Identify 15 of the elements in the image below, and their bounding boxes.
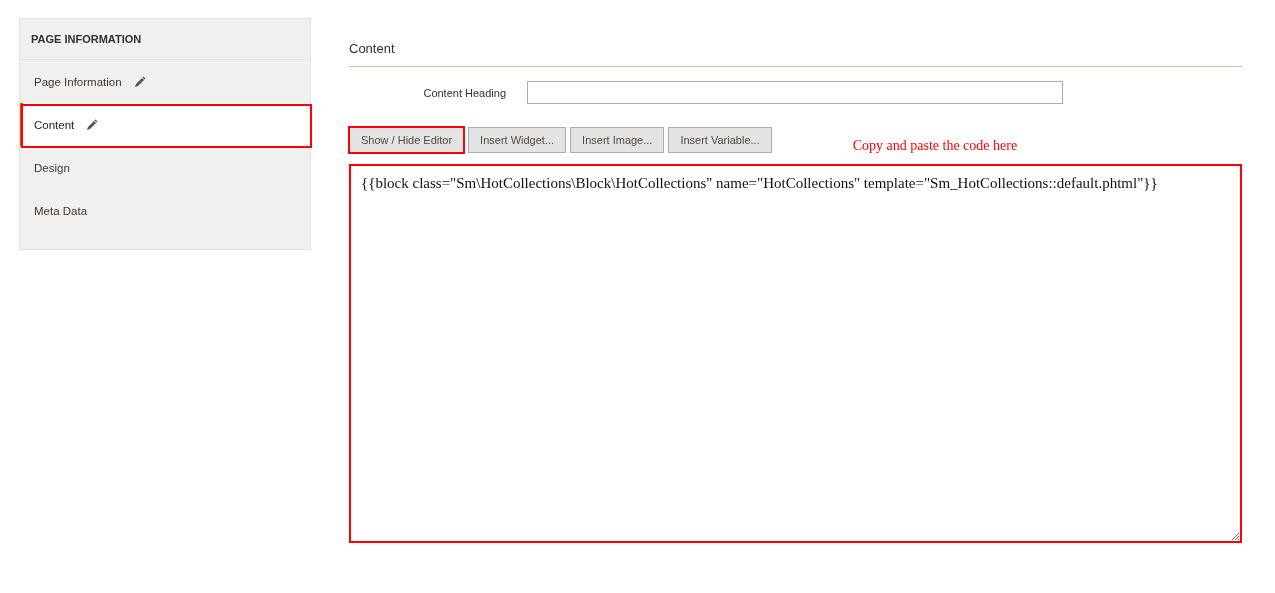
sidebar-item[interactable]: Page Information — [20, 60, 310, 103]
sidebar-item[interactable]: Meta Data — [20, 189, 310, 232]
sidebar-title: PAGE INFORMATION — [20, 19, 310, 60]
toolbar-button[interactable]: Insert Image... — [570, 127, 665, 153]
code-editor-field[interactable]: {{block class="Sm\HotCollections\Block\HotCollections" name="HotCollections" template="Sm_HotCollections::default.phtml"}} — [349, 164, 1242, 543]
field-label: Content Heading — [422, 86, 507, 99]
annotation-text: Copy and paste the code here — [852, 138, 1018, 154]
sidebar-item[interactable]: Content — [20, 103, 310, 146]
section-title: Content — [349, 41, 1242, 67]
toolbar-button[interactable]: Show / Hide Editor — [349, 127, 465, 153]
content-heading-field[interactable] — [527, 81, 1063, 104]
resize-grip-icon[interactable] — [1231, 532, 1239, 540]
toolbar-button[interactable]: Insert Widget... — [468, 127, 567, 153]
toolbar-button[interactable]: Insert Variable... — [668, 127, 772, 153]
sidebar-item[interactable]: Design — [20, 146, 310, 189]
